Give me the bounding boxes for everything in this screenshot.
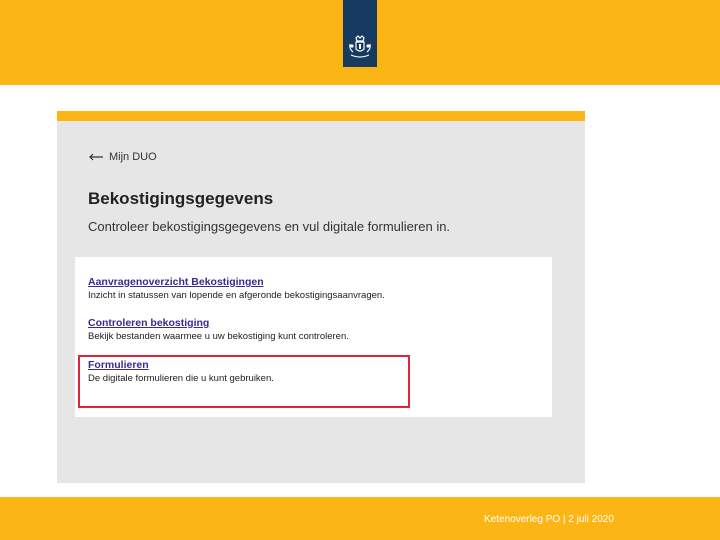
screenshot-top-bar <box>57 111 585 121</box>
links-card: Aanvragenoverzicht Bekostigingen Inzicht… <box>75 257 552 417</box>
link-controleren-bekostiging[interactable]: Controleren bekostiging <box>88 317 349 329</box>
footer-text: Ketenoverleg PO | 2 juli 2020 <box>484 514 614 525</box>
list-item-aanvragenoverzicht: Aanvragenoverzicht Bekostigingen Inzicht… <box>88 276 385 301</box>
logo-ribbon <box>343 0 377 67</box>
page-subtitle: Controleer bekostigingsgegevens en vul d… <box>88 219 451 234</box>
highlight-box <box>78 355 410 408</box>
item-description: Bekijk bestanden waarmee u uw bekostigin… <box>88 331 349 342</box>
arrow-left-icon <box>89 153 103 161</box>
header-band <box>0 0 720 85</box>
coat-of-arms-icon <box>349 35 371 58</box>
duo-screenshot: Mijn DUO Bekostigingsgegevens Controleer… <box>57 111 585 483</box>
back-link-label: Mijn DUO <box>109 151 157 163</box>
link-aanvragenoverzicht-bekostigingen[interactable]: Aanvragenoverzicht Bekostigingen <box>88 276 385 288</box>
page-title: Bekostigingsgegevens <box>88 189 274 208</box>
back-link-mijn-duo[interactable]: Mijn DUO <box>88 151 157 163</box>
list-item-controleren: Controleren bekostiging Bekijk bestanden… <box>88 317 349 342</box>
item-description: Inzicht in statussen van lopende en afge… <box>88 290 385 301</box>
